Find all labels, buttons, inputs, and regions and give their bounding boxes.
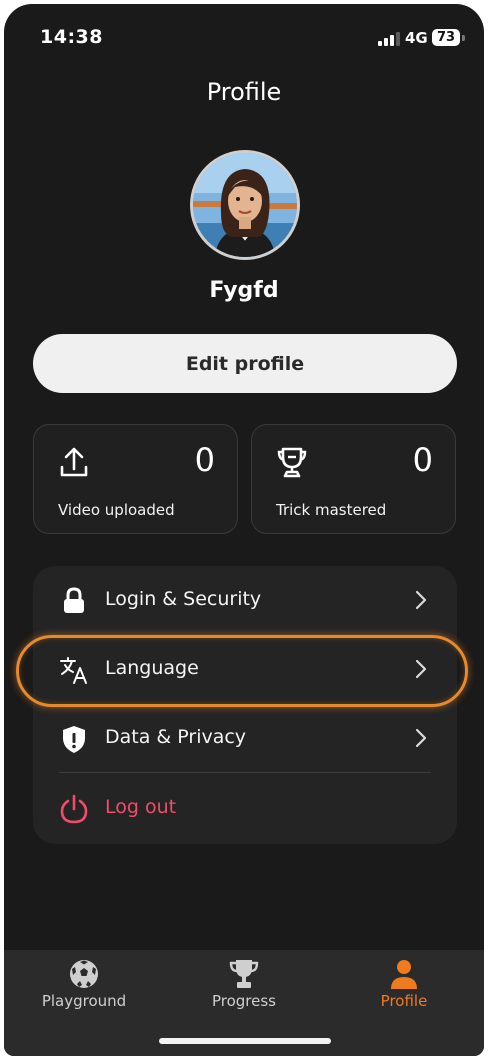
signal-icon — [378, 32, 400, 46]
chevron-right-icon — [415, 590, 427, 610]
chevron-right-icon — [415, 728, 427, 748]
stat-label-tricks: Trick mastered — [276, 501, 387, 519]
username: Fygfd — [209, 278, 279, 303]
phone-screen: 14:38 4G 73 Profile Fygfd Edit profile 0… — [4, 4, 484, 1056]
power-icon — [60, 794, 88, 824]
stat-label-videos: Video uploaded — [58, 501, 175, 519]
menu-item-data-privacy[interactable]: Data & Privacy — [33, 708, 457, 768]
chevron-right-icon — [415, 659, 427, 679]
lock-icon — [64, 587, 84, 613]
tab-playground[interactable]: Playground — [4, 950, 164, 1030]
menu-item-language[interactable]: Language — [33, 639, 457, 699]
menu-item-login-security[interactable]: Login & Security — [33, 570, 457, 630]
tab-label-profile: Profile — [380, 992, 428, 1010]
battery-cap — [462, 35, 465, 41]
home-indicator — [159, 1038, 331, 1044]
stat-value-tricks: 0 — [412, 441, 433, 479]
settings-menu: Login & Security Language Data & Privacy — [33, 566, 457, 844]
menu-label-language: Language — [105, 657, 199, 679]
shield-icon — [63, 726, 85, 753]
edit-profile-button[interactable]: Edit profile — [33, 334, 457, 393]
tab-profile[interactable]: Profile — [324, 950, 484, 1030]
trophy-icon — [277, 447, 307, 478]
battery-icon: 73 — [432, 29, 460, 46]
stat-card-videos[interactable]: 0 Video uploaded — [33, 424, 238, 534]
menu-divider — [59, 772, 431, 773]
tab-bar: Playground Progress Profile — [4, 950, 484, 1056]
stat-card-tricks[interactable]: 0 Trick mastered — [251, 424, 456, 534]
translate-icon — [60, 657, 87, 684]
trophy-icon — [229, 960, 259, 988]
soccer-ball-icon — [70, 960, 98, 988]
network-type: 4G — [405, 29, 428, 47]
upload-icon — [60, 447, 88, 477]
menu-label-login-security: Login & Security — [105, 588, 262, 610]
tab-progress[interactable]: Progress — [164, 950, 324, 1030]
tab-label-playground: Playground — [41, 992, 127, 1010]
stat-value-videos: 0 — [194, 441, 215, 479]
page-title: Profile — [206, 78, 282, 106]
status-bar: 14:38 4G 73 — [4, 4, 484, 74]
status-time: 14:38 — [40, 26, 103, 48]
menu-label-data-privacy: Data & Privacy — [105, 726, 247, 748]
logout-label: Log out — [105, 796, 177, 818]
person-icon — [391, 960, 417, 989]
avatar[interactable] — [190, 150, 300, 260]
logout-button[interactable]: Log out — [33, 778, 457, 838]
tab-label-progress: Progress — [211, 992, 276, 1010]
avatar-image — [193, 153, 297, 257]
